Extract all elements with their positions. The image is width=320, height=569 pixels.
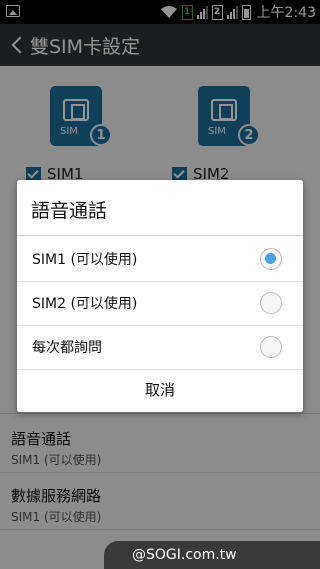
option-sim2[interactable]: SIM2 (可以使用): [17, 281, 303, 324]
option-always-ask-label: 每次都詢問: [32, 339, 102, 356]
watermark: @SOGI.com.tw: [104, 541, 320, 569]
voice-call-dialog: 語音通話 SIM1 (可以使用) SIM2 (可以使用) 每次都詢問 取消: [17, 180, 303, 412]
option-sim1-radio[interactable]: [260, 247, 282, 270]
option-always-ask[interactable]: 每次都詢問: [17, 325, 303, 368]
option-always-ask-radio[interactable]: [260, 335, 282, 358]
option-sim2-label: SIM2 (可以使用): [32, 295, 138, 312]
dialog-title-divider: [17, 235, 303, 236]
dialog-title: 語音通話: [31, 200, 108, 222]
option-sim2-radio[interactable]: [260, 291, 282, 314]
option-sim1-label: SIM1 (可以使用): [32, 251, 138, 268]
cancel-button[interactable]: 取消: [17, 370, 303, 412]
option-sim1[interactable]: SIM1 (可以使用): [17, 237, 303, 280]
